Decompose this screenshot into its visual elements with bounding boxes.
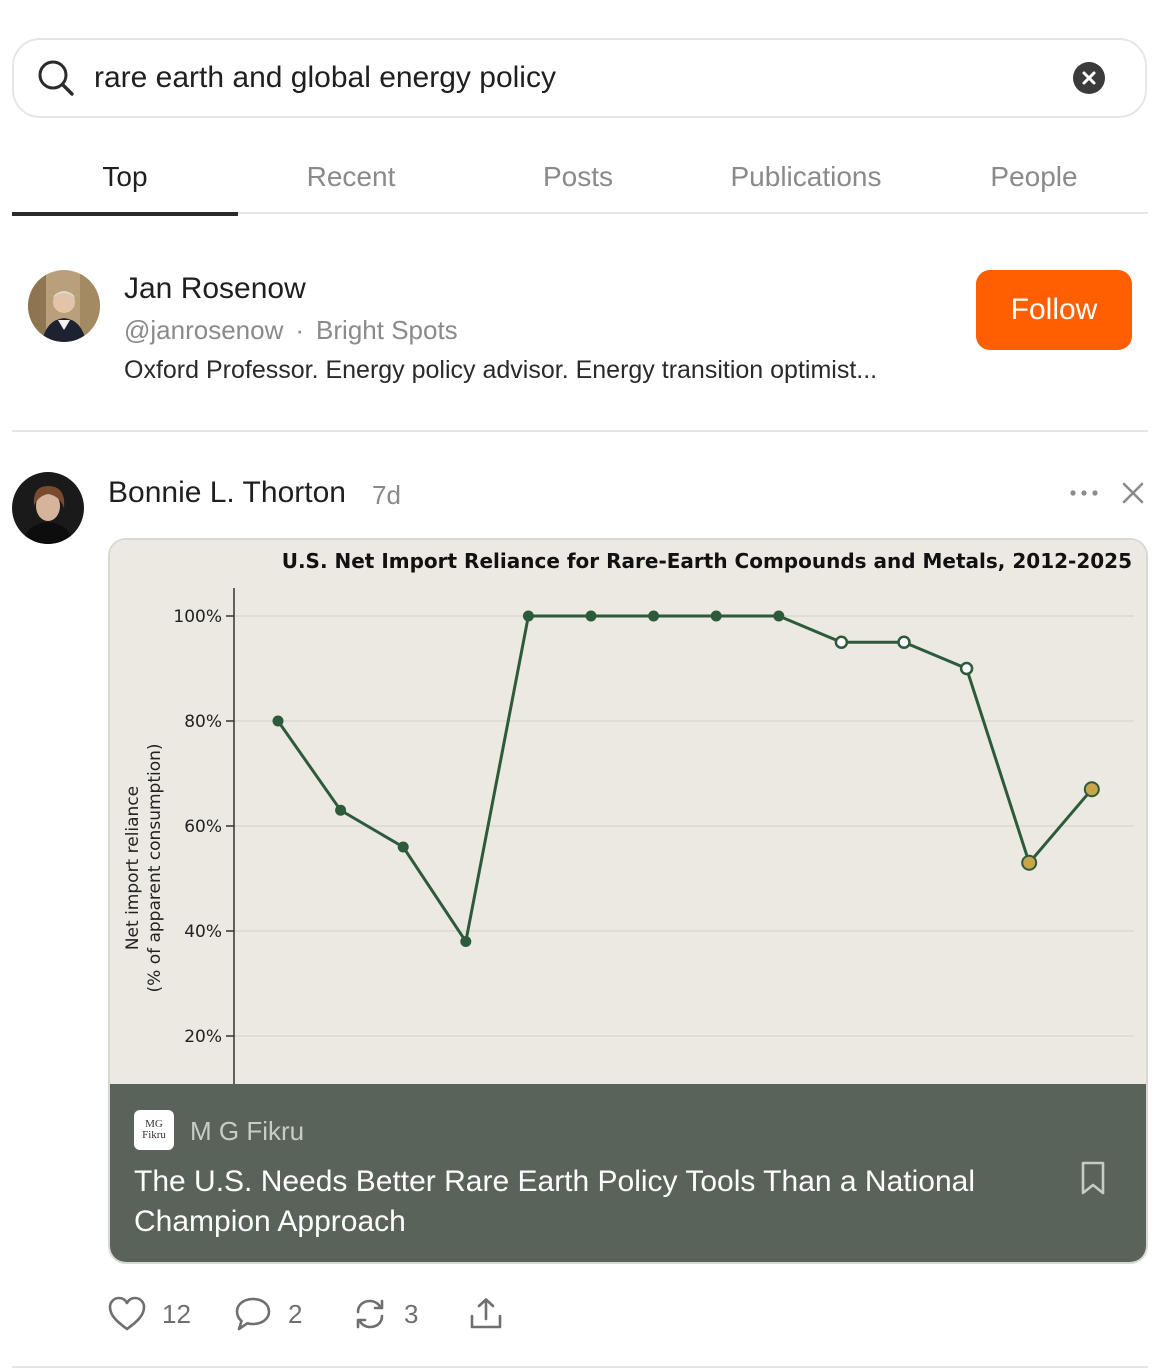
data-point — [460, 936, 472, 947]
restack-button[interactable]: 3 — [352, 1290, 418, 1338]
person-publication[interactable]: Bright Spots — [316, 315, 458, 346]
share-icon — [470, 1298, 502, 1329]
comment-button[interactable]: 2 — [234, 1290, 302, 1338]
divider — [12, 1366, 1148, 1368]
y-axis-label-line1: Net import reliance — [123, 786, 143, 950]
chart-title: U.S. Net Import Reliance for Rare-Earth … — [282, 549, 1132, 573]
line-chart: U.S. Net Import Reliance for Rare-Earth … — [123, 549, 1134, 1084]
post-timestamp: 7d — [372, 480, 401, 510]
person-name[interactable]: Jan Rosenow — [124, 272, 306, 306]
data-point — [397, 841, 409, 853]
post-card-footer: MG Fikru M G Fikru The U.S. Needs Better… — [110, 1084, 1146, 1262]
close-icon[interactable] — [1118, 478, 1148, 508]
restack-count: 3 — [404, 1298, 419, 1329]
y-axis-label: Net import reliance (% of apparent consu… — [123, 743, 165, 992]
y-tick-label: 100% — [173, 607, 222, 627]
post-author-name[interactable]: Bonnie L. Thorton — [108, 476, 346, 510]
clear-icon — [1082, 71, 1096, 85]
data-point — [834, 635, 849, 649]
post-title[interactable]: The U.S. Needs Better Rare Earth Policy … — [134, 1162, 1034, 1242]
data-point — [585, 610, 597, 622]
data-point — [522, 610, 534, 622]
tab-posts[interactable]: Posts — [464, 140, 692, 214]
y-tick-label: 60% — [184, 817, 222, 837]
comment-icon — [235, 1297, 271, 1331]
person-handle: @janrosenow — [124, 315, 284, 345]
data-point — [1083, 781, 1100, 798]
data-point — [959, 661, 974, 676]
y-tick-label: 20% — [184, 1027, 222, 1047]
search-icon — [38, 60, 74, 96]
restack-icon — [356, 1299, 384, 1329]
person-result[interactable]: Jan Rosenow @janrosenow · Bright Spots O… — [12, 214, 1148, 432]
tab-recent[interactable]: Recent — [238, 140, 464, 214]
data-point — [773, 610, 785, 622]
search-input[interactable] — [94, 54, 1054, 102]
search-tabs: Top Recent Posts Publications People — [12, 140, 1148, 216]
person-bio: Oxford Professor. Energy policy advisor.… — [124, 356, 878, 384]
data-point — [335, 804, 347, 816]
post-card[interactable]: U.S. Net Import Reliance for Rare-Earth … — [108, 538, 1148, 1264]
follow-button[interactable]: Follow — [976, 270, 1132, 350]
y-tick-label: 40% — [184, 922, 222, 942]
chart-image: U.S. Net Import Reliance for Rare-Earth … — [110, 540, 1146, 1084]
more-icon[interactable] — [1068, 480, 1100, 506]
data-point — [1021, 854, 1038, 871]
tab-publications[interactable]: Publications — [692, 140, 920, 214]
like-button[interactable]: 12 — [108, 1290, 191, 1338]
clear-search-button[interactable] — [1073, 62, 1105, 94]
like-count: 12 — [162, 1298, 191, 1329]
person-meta: @janrosenow · Bright Spots — [124, 315, 458, 346]
meta-separator: · — [295, 315, 305, 345]
data-point — [272, 715, 284, 727]
y-tick-label: 80% — [184, 712, 222, 732]
search-bar — [12, 38, 1147, 118]
heart-icon — [108, 1296, 146, 1331]
avatar[interactable] — [28, 270, 100, 342]
share-button[interactable] — [468, 1290, 504, 1338]
data-point — [710, 610, 722, 622]
tab-top[interactable]: Top — [12, 140, 238, 216]
publication-logo-text-2: Fikru — [142, 1129, 166, 1141]
bookmark-icon[interactable] — [1078, 1160, 1108, 1196]
publication-logo: MG Fikru — [134, 1110, 174, 1150]
data-point — [897, 635, 911, 649]
publication-name[interactable]: M G Fikru — [190, 1116, 304, 1147]
tab-people[interactable]: People — [920, 140, 1148, 214]
comment-count: 2 — [288, 1298, 303, 1329]
post-author-avatar[interactable] — [12, 472, 84, 544]
data-point — [648, 610, 660, 622]
y-axis-label-line2: (% of apparent consumption) — [145, 743, 165, 992]
